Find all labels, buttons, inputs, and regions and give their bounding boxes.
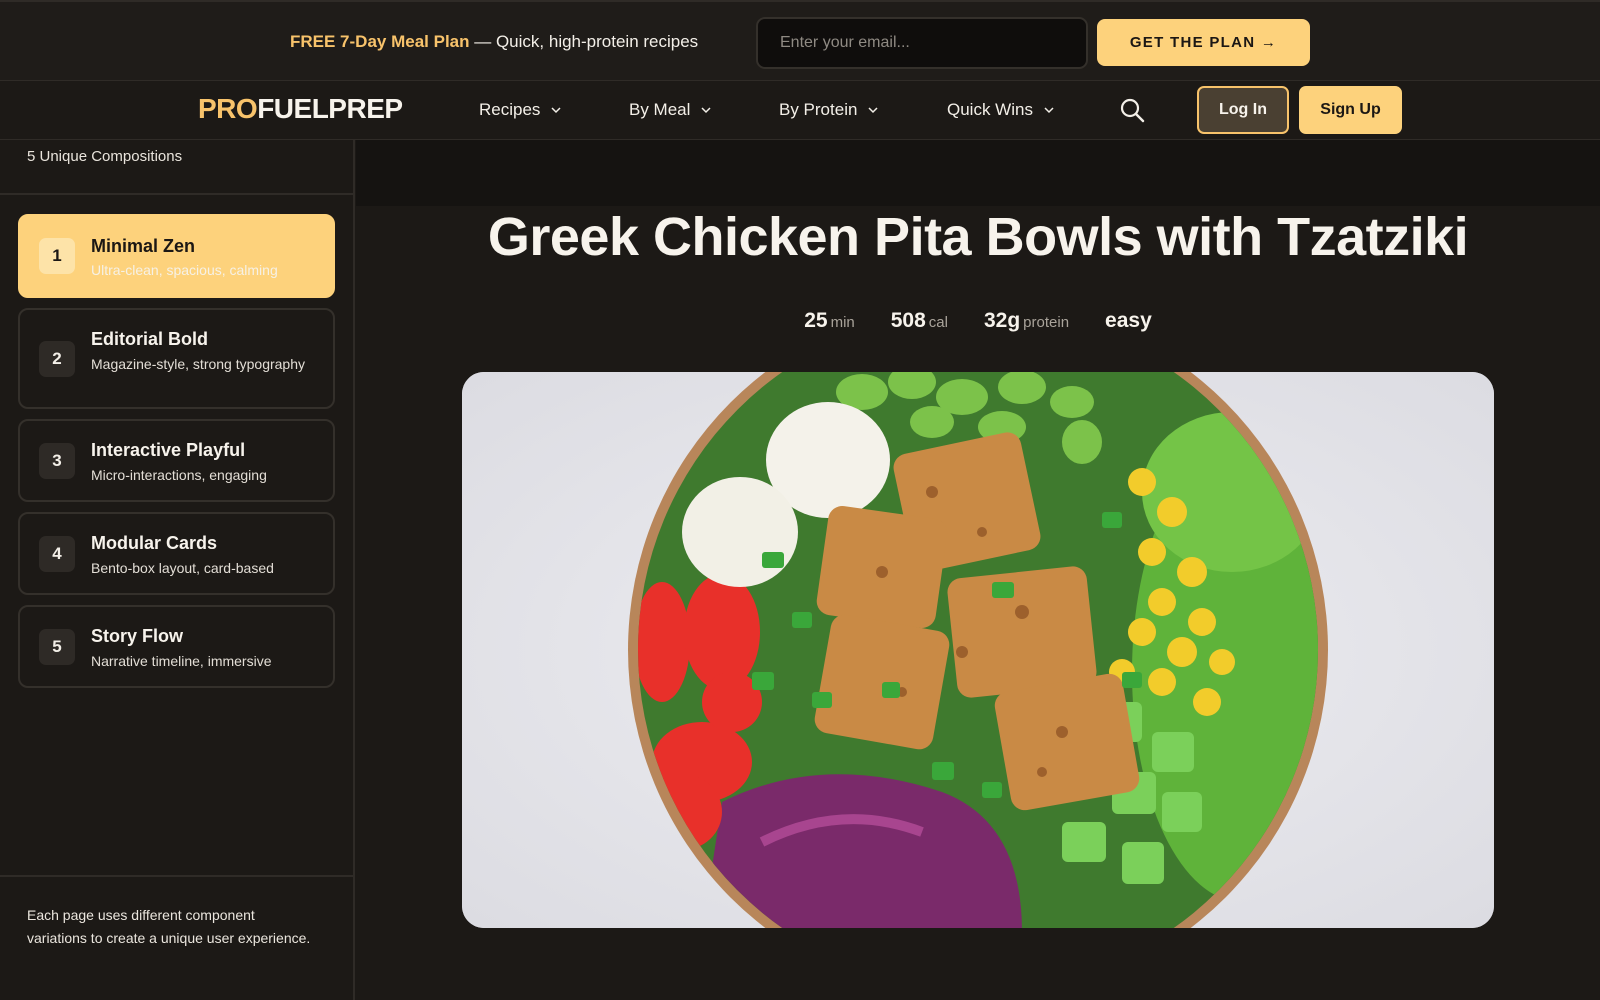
nav-item-label: Quick Wins <box>947 100 1033 119</box>
composition-title: Modular Cards <box>91 533 218 553</box>
promo-description: — Quick, high-protein recipes <box>469 32 699 51</box>
composition-title: Editorial Bold <box>91 329 208 349</box>
composition-card-interactive-playful[interactable]: 3 Interactive Playful Micro-interactions… <box>18 419 335 502</box>
composition-number: 2 <box>39 341 75 377</box>
divider <box>0 875 353 877</box>
stat-difficulty-value: easy <box>1105 309 1152 332</box>
composition-description: Magazine-style, strong typography <box>91 356 305 372</box>
main-nav: PROFUELPREP Recipes By Meal By Protein Q… <box>0 81 1600 140</box>
compositions-sidebar: 5 Unique Compositions 1 Minimal Zen Ultr… <box>0 140 355 1000</box>
food-bowl-illustration <box>462 372 1494 928</box>
promo-text: FREE 7-Day Meal Plan — Quick, high-prote… <box>290 32 698 52</box>
composition-title: Minimal Zen <box>91 236 196 256</box>
composition-description: Micro-interactions, engaging <box>91 467 267 483</box>
nav-item-label: By Protein <box>779 100 858 119</box>
sidebar-subtitle: 5 Unique Compositions <box>27 148 183 165</box>
signup-button[interactable]: Sign Up <box>1299 86 1402 134</box>
site-logo[interactable]: PROFUELPREP <box>198 93 403 125</box>
search-icon[interactable] <box>1119 97 1145 123</box>
nav-item-by-meal[interactable]: By Meal <box>629 100 713 120</box>
recipe-hero-image <box>462 372 1494 928</box>
promo-highlight: FREE 7-Day Meal Plan <box>290 32 470 51</box>
composition-card-modular-cards[interactable]: 4 Modular Cards Bento-box layout, card-b… <box>18 512 335 595</box>
stat-calories: 508 cal <box>891 309 948 333</box>
stat-protein: 32g protein <box>984 309 1069 333</box>
stat-time-value: 25 <box>804 309 828 332</box>
sidebar-footer-note: Each page uses different component varia… <box>27 907 311 946</box>
stat-calories-unit: cal <box>928 314 948 331</box>
composition-description: Narrative timeline, immersive <box>91 653 272 669</box>
chevron-down-icon <box>701 107 711 114</box>
stat-protein-value: 32g <box>983 309 1021 332</box>
composition-description: Ultra-clean, spacious, calming <box>91 262 278 278</box>
stat-calories-value: 508 <box>890 309 926 332</box>
composition-number: 3 <box>39 443 75 479</box>
recipe-title: Greek Chicken Pita Bowls with Tzatziki <box>487 207 1469 267</box>
composition-title: Interactive Playful <box>91 440 246 460</box>
composition-title: Story Flow <box>91 626 184 646</box>
main-top-strip <box>356 140 1600 206</box>
composition-card-editorial-bold[interactable]: 2 Editorial Bold Magazine-style, strong … <box>18 308 335 409</box>
composition-number: 5 <box>39 629 75 665</box>
stat-protein-unit: protein <box>1023 314 1070 331</box>
stat-time-unit: min <box>830 314 855 331</box>
stat-time: 25 min <box>804 309 855 333</box>
chevron-down-icon <box>868 107 878 114</box>
chevron-down-icon <box>551 107 561 114</box>
chevron-down-icon <box>1044 107 1054 114</box>
nav-item-recipes[interactable]: Recipes <box>479 100 563 120</box>
nav-item-label: By Meal <box>629 100 691 119</box>
logo-part-pro: PRO <box>198 93 258 124</box>
email-input[interactable] <box>756 17 1088 69</box>
recipe-stats: 25 min 508 cal 32g protein easy <box>356 309 1600 333</box>
composition-card-minimal-zen[interactable]: 1 Minimal Zen Ultra-clean, spacious, cal… <box>18 214 335 298</box>
logo-part-fuelprep: FUELPREP <box>257 93 403 124</box>
nav-item-by-protein[interactable]: By Protein <box>779 100 880 120</box>
get-plan-button[interactable]: GET THE PLAN → <box>1097 19 1310 66</box>
stat-difficulty: easy <box>1105 309 1152 333</box>
nav-item-label: Recipes <box>479 100 541 119</box>
nav-item-quick-wins[interactable]: Quick Wins <box>947 100 1056 120</box>
composition-description: Bento-box layout, card-based <box>91 560 274 576</box>
login-button[interactable]: Log In <box>1197 86 1289 134</box>
composition-number: 1 <box>39 238 75 274</box>
divider <box>0 193 353 195</box>
promo-bar: FREE 7-Day Meal Plan — Quick, high-prote… <box>0 0 1600 81</box>
composition-number: 4 <box>39 536 75 572</box>
composition-card-story-flow[interactable]: 5 Story Flow Narrative timeline, immersi… <box>18 605 335 688</box>
